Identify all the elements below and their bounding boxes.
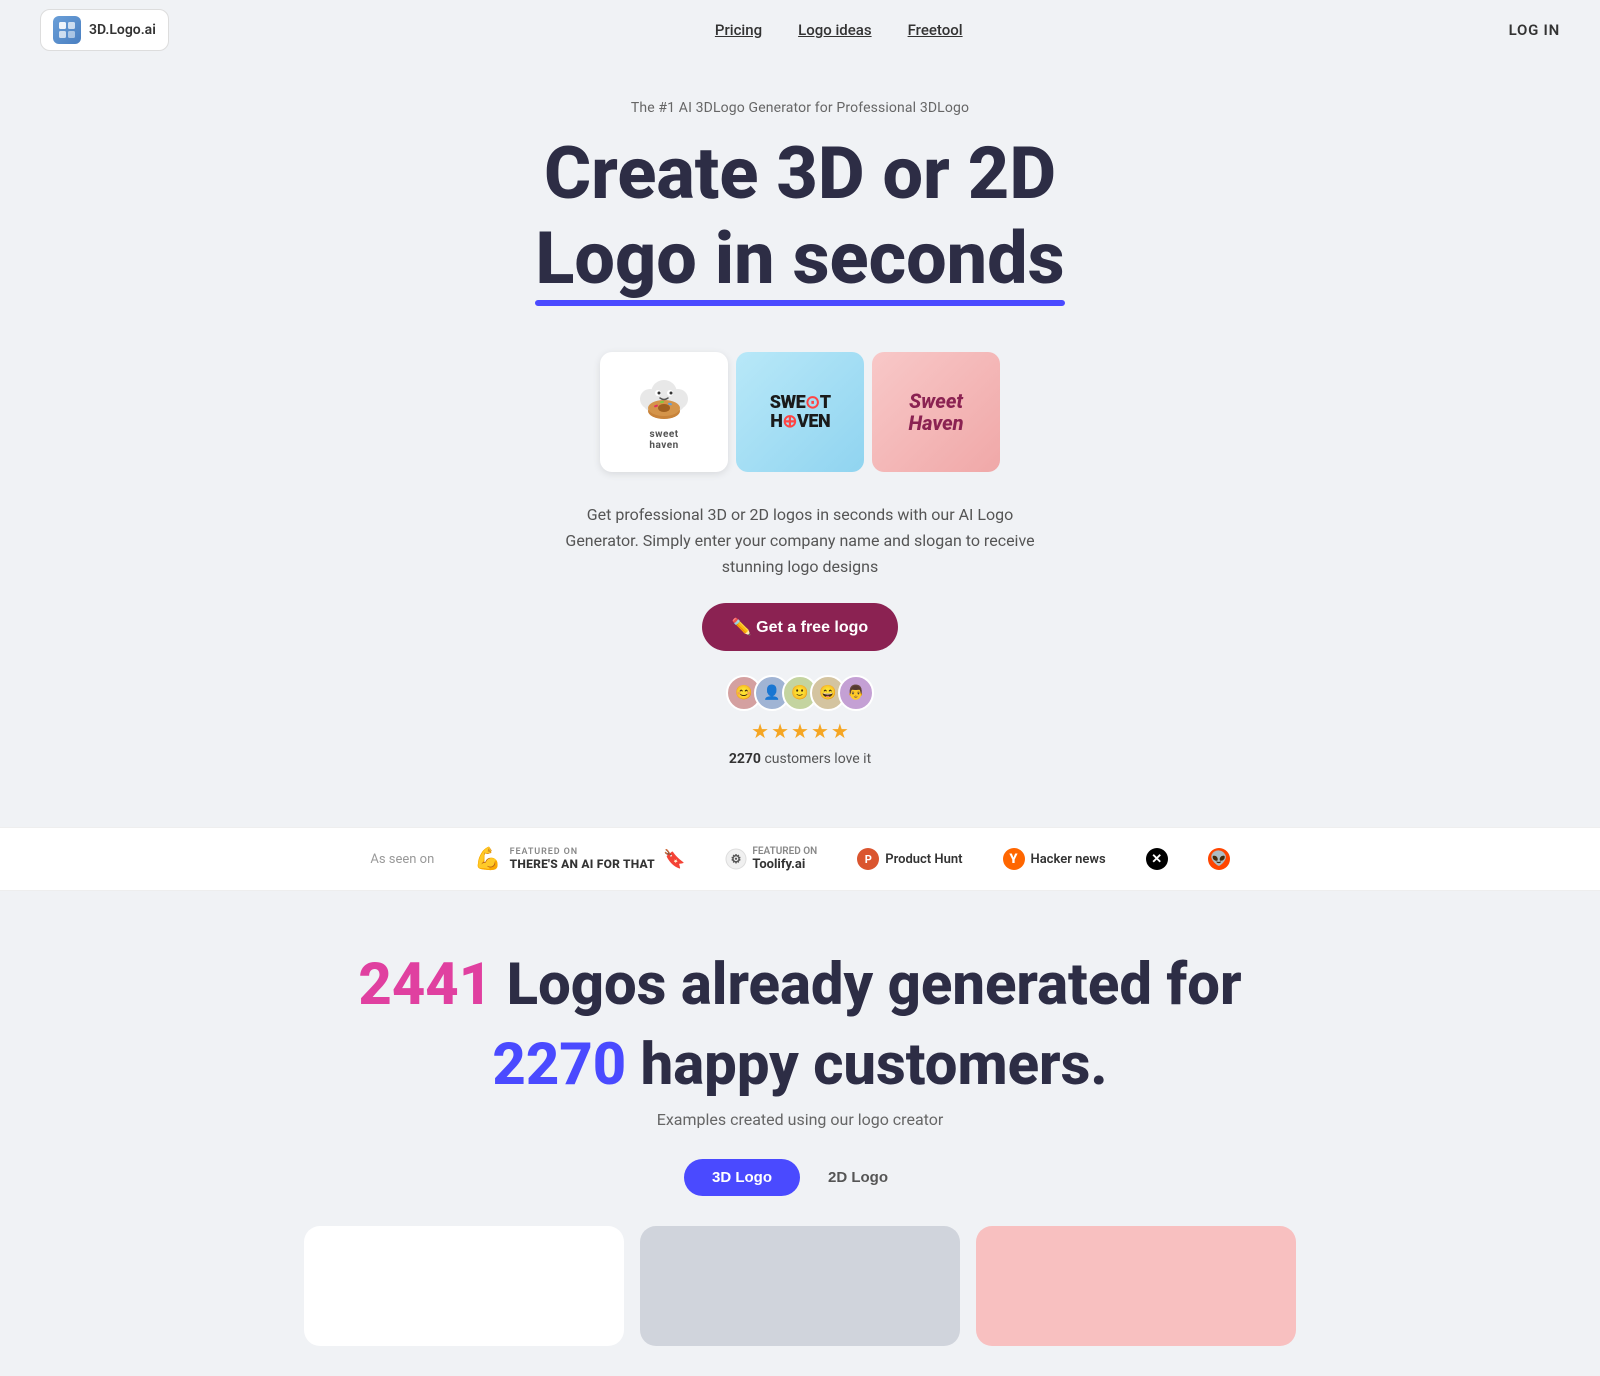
- theres-ai-name: THERE'S AN AI FOR THAT: [510, 857, 655, 871]
- sweet-haven-text-logo: SWE⊙T H⊕VEN: [770, 393, 831, 433]
- hero-tagline: The #1 AI 3DLogo Generator for Professio…: [20, 100, 1580, 116]
- star-2: ★: [771, 719, 789, 743]
- theres-ai-badge: 💪 FEATURED ON THERE'S AN AI FOR THAT 🔖: [474, 847, 685, 872]
- navbar: 3D.Logo.ai Pricing Logo ideas Freetool L…: [0, 0, 1600, 60]
- review-count: 2270: [729, 751, 761, 767]
- logo-type-tabs: 3D Logo 2D Logo: [20, 1159, 1580, 1196]
- sweet-haven-name-1: sweethaven: [649, 429, 678, 451]
- star-rating: ★ ★ ★ ★ ★: [751, 719, 849, 743]
- hero-section: The #1 AI 3DLogo Generator for Professio…: [0, 60, 1600, 827]
- stats-section: 2441 Logos already generated for 2270 ha…: [0, 891, 1600, 1376]
- social-proof: 😊 👤 🙂 😄 👨 ★ ★ ★ ★ ★ 2270 customers love …: [20, 675, 1580, 767]
- hero-title-line2: Logo in seconds: [535, 219, 1064, 298]
- stats-title-logos: 2441 Logos already generated for: [20, 951, 1580, 1021]
- sweet-haven-logo-2: SWE⊙T H⊕VEN: [736, 352, 864, 472]
- avatar-group: 😊 👤 🙂 😄 👨: [726, 675, 874, 711]
- x-icon: ✕: [1146, 848, 1168, 870]
- product-hunt-label: Product Hunt: [885, 852, 962, 867]
- logo-example-3: [976, 1226, 1296, 1346]
- svg-text:⚙: ⚙: [731, 852, 742, 866]
- tab-2d-logo[interactable]: 2D Logo: [800, 1159, 916, 1196]
- nav-pricing[interactable]: Pricing: [715, 21, 762, 39]
- customers-label: happy customers.: [641, 1031, 1108, 1099]
- logo-text: 3D.Logo.ai: [89, 22, 156, 38]
- bookmark-icon: 🔖: [663, 849, 685, 870]
- nav-links: Pricing Logo ideas Freetool: [715, 21, 963, 39]
- logos-label: Logos already generated for: [507, 951, 1242, 1019]
- logo-example-2: [640, 1226, 960, 1346]
- logo-card-2: SWE⊙T H⊕VEN: [736, 352, 864, 472]
- reddit-icon: 👽: [1208, 848, 1230, 870]
- logo-button[interactable]: 3D.Logo.ai: [40, 9, 169, 51]
- logo-card-3: SweetHaven: [872, 352, 1000, 472]
- hero-title-line1: Create 3D or 2D: [20, 134, 1580, 213]
- toolify-featured-label: FEATURED ON: [752, 846, 817, 857]
- logo-example-1: [304, 1226, 624, 1346]
- title-underline: [535, 300, 1064, 306]
- logo-preview-cards: sweethaven SWE⊙T H⊕VEN SweetHaven: [600, 352, 1000, 472]
- sweet-haven-logo-3: SweetHaven: [872, 352, 1000, 472]
- hero-title-block: Create 3D or 2D Logo in seconds: [20, 134, 1580, 322]
- stats-description: Examples created using our logo creator: [20, 1110, 1580, 1129]
- sweet-haven-script: SweetHaven: [909, 390, 964, 434]
- cloud-donut-icon: [632, 373, 696, 425]
- theres-ai-text: FEATURED ON THERE'S AN AI FOR THAT: [510, 847, 655, 871]
- nav-freetool[interactable]: Freetool: [908, 21, 963, 39]
- avatar-5: 👨: [838, 675, 874, 711]
- as-seen-label: As seen on: [370, 852, 434, 867]
- review-label: customers love it: [764, 751, 871, 767]
- logo-count: 2441: [358, 951, 492, 1019]
- toolify-text: FEATURED ON Toolify.ai: [752, 846, 817, 872]
- hacker-news-icon: Y: [1003, 848, 1025, 870]
- sweet-haven-logo-1: sweethaven: [632, 373, 696, 451]
- toolify-name: Toolify.ai: [752, 857, 805, 872]
- star-5: ★: [831, 719, 849, 743]
- hacker-news-label: Hacker news: [1031, 852, 1106, 867]
- toolify-icon: ⚙: [725, 848, 747, 870]
- muscle-icon: 💪: [474, 847, 501, 872]
- star-1: ★: [751, 719, 769, 743]
- theres-ai-featured-label: FEATURED ON: [510, 847, 655, 857]
- logo-icon: [53, 16, 81, 44]
- nav-logo-ideas[interactable]: Logo ideas: [798, 21, 871, 39]
- hero-description: Get professional 3D or 2D logos in secon…: [550, 502, 1050, 579]
- tab-3d-logo[interactable]: 3D Logo: [684, 1159, 800, 1196]
- product-hunt-badge: P Product Hunt: [857, 848, 962, 870]
- stats-title-customers: 2270 happy customers.: [20, 1031, 1580, 1101]
- customer-count: 2270: [492, 1031, 626, 1099]
- toolify-badge: ⚙ FEATURED ON Toolify.ai: [725, 846, 817, 872]
- reddit-badge: 👽: [1208, 848, 1230, 870]
- review-text: 2270 customers love it: [729, 751, 871, 767]
- hacker-news-badge: Y Hacker news: [1003, 848, 1106, 870]
- login-button[interactable]: LOG IN: [1509, 21, 1560, 39]
- product-hunt-icon: P: [857, 848, 879, 870]
- star-4: ★: [811, 719, 829, 743]
- logo-card-1: sweethaven: [600, 352, 728, 472]
- star-3: ★: [791, 719, 809, 743]
- logo-examples-grid: [20, 1226, 1580, 1346]
- cta-button[interactable]: ✏️ Get a free logo: [702, 603, 898, 651]
- as-seen-on-section: As seen on 💪 FEATURED ON THERE'S AN AI F…: [0, 827, 1600, 891]
- x-badge: ✕: [1146, 848, 1168, 870]
